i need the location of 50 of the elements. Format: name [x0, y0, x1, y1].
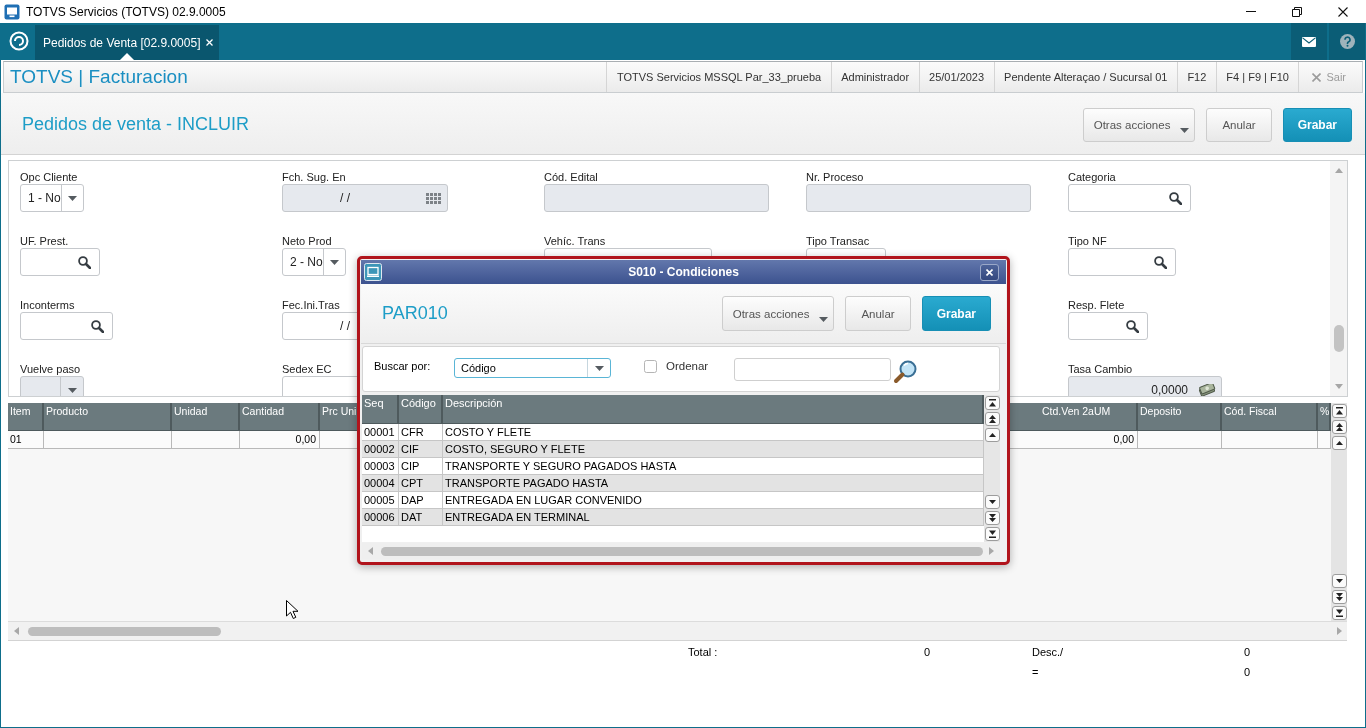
field-label: Fec.Ini.Tras	[282, 298, 340, 312]
page-title: Pedidos de venta - INCLUIR	[22, 114, 250, 135]
field-label: UF. Prest.	[20, 234, 69, 248]
field-label: Tipo NF	[1068, 234, 1107, 248]
field-label: Vehíc. Trans	[544, 234, 606, 248]
app-title: TOTVS | Facturacion	[10, 66, 188, 88]
field-label: Neto Prod	[282, 234, 332, 248]
environment-label: TOTVS Servicios MSSQL Par_33_prueba	[606, 62, 831, 92]
field-label: Sedex EC	[282, 362, 332, 376]
user-name: Administrador	[830, 62, 919, 92]
table-cell: 00006	[362, 509, 399, 525]
table-cell: CPT	[399, 475, 443, 491]
table-cell: 00002	[362, 441, 399, 457]
table-cell: 0,00	[1040, 431, 1138, 448]
shortcut-label: F4 | F9 | F10	[1215, 62, 1299, 92]
field-label: Tipo Transac	[806, 234, 870, 248]
table-cell: 00005	[362, 492, 399, 508]
summary-value: 0	[1244, 665, 1251, 680]
status-label: Pendente Alteraçao / Sucursal 01	[993, 62, 1177, 92]
summary-label: Total :	[688, 645, 718, 660]
table-cell: DAP	[399, 492, 443, 508]
field-label: Vuelve paso	[20, 362, 81, 376]
shortcut-label: F12	[1176, 62, 1216, 92]
summary-label: =	[1032, 665, 1039, 680]
date-label: 25/01/2023	[918, 62, 994, 92]
table-cell: 01	[8, 431, 44, 448]
table-cell: CIP	[399, 458, 443, 474]
field-label: Categoria	[1068, 170, 1116, 184]
table-cell: 0,00	[240, 431, 320, 448]
field-label: Nr. Proceso	[806, 170, 864, 184]
field-label: Tasa Cambio	[1068, 362, 1133, 376]
table-cell: 00004	[362, 475, 399, 491]
dialog-heading: PAR010	[382, 303, 448, 324]
table-cell: 00003	[362, 458, 399, 474]
summary-value: 0	[1244, 645, 1251, 660]
table-cell: DAT	[399, 509, 443, 525]
field-label: Fch. Sug. En	[282, 170, 346, 184]
field-label: Inconterms	[20, 298, 75, 312]
window-title: TOTVS Servicios (TOTVS) 02.9.0005	[26, 4, 226, 19]
dialog-title: S010 - Condiciones	[628, 265, 739, 279]
table-cell: CFR	[399, 424, 443, 440]
table-cell: CIF	[399, 441, 443, 457]
field-label: Cód. Edital	[544, 170, 598, 184]
search-by-label: Buscar por:	[374, 360, 431, 372]
summary-label: Desc./	[1032, 645, 1064, 660]
field-label: Opc Cliente	[20, 170, 78, 184]
summary-value: 0	[924, 645, 931, 660]
table-cell: 00001	[362, 424, 399, 440]
checkbox-label: Ordenar	[666, 360, 709, 372]
field-label: Resp. Flete	[1068, 298, 1125, 312]
